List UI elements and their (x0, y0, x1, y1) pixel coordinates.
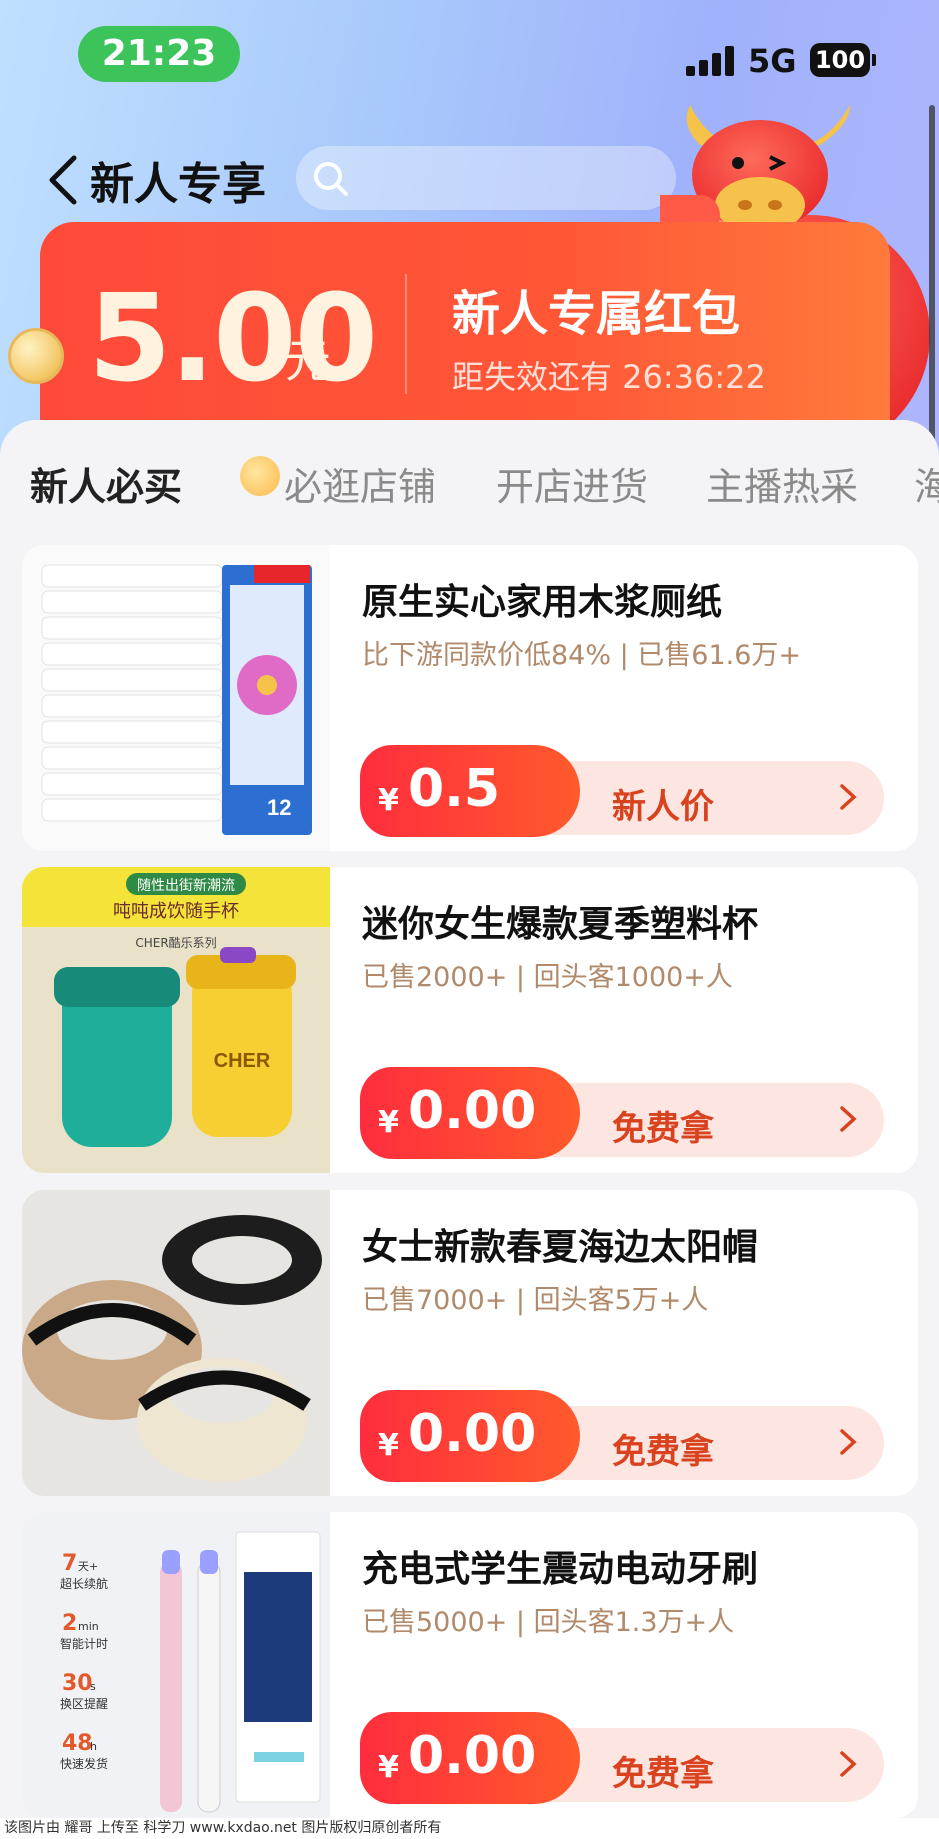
coin-icon (8, 328, 64, 384)
feature-text: 智能计时 (60, 1636, 108, 1651)
price-action-label: 免费拿 (612, 1109, 714, 1149)
tab-anchor-hot-picks[interactable]: 主播热采 (706, 456, 858, 511)
price-value: 0.5 (408, 759, 501, 819)
price-value: 0.00 (408, 1081, 537, 1141)
search-icon (314, 162, 348, 196)
price-value: 0.00 (408, 1726, 537, 1786)
tab-open-shop-stock[interactable]: 开店进货 (496, 456, 648, 511)
product-stats: 已售5000+ | 回头客1.3万+人 (362, 1607, 735, 1638)
packet-countdown: 距失效还有 26:36:22 (452, 358, 766, 396)
product-title: 充电式学生震动电动牙刷 (362, 1549, 759, 1590)
chevron-right-icon (840, 1106, 857, 1132)
feature-num: 7 (62, 1551, 77, 1576)
scrollbar[interactable] (929, 105, 935, 465)
back-button[interactable] (44, 152, 84, 208)
product-image-electric-toothbrush: 7 天+ 超长续航 2 min 智能计时 30 s 换区提醒 48 h 快速发货 (22, 1512, 330, 1818)
network-label: 5G (748, 42, 797, 80)
feature-num: 48 (62, 1731, 93, 1756)
feature-unit: 天+ (78, 1560, 98, 1573)
search-input[interactable] (296, 146, 676, 210)
signal-icon (686, 46, 734, 76)
feature-unit: h (90, 1740, 97, 1753)
product-title: 原生实心家用木浆厕纸 (362, 582, 723, 623)
new-user-red-packet[interactable]: 5.00 元 新人专属红包 距失效还有 26:36:22 (40, 222, 890, 452)
page-title: 新人专享 (90, 159, 266, 210)
product-image-toilet-paper: 12 (22, 545, 330, 851)
tab-overflow[interactable]: 海 (914, 456, 939, 511)
feature-text: 快速发货 (60, 1756, 108, 1771)
product-card[interactable]: 12 原生实心家用木浆厕纸 比下游同款价低84% | 已售61.6万+ ¥ 0.… (22, 545, 918, 851)
image-banner-text: 随性出街新潮流 (137, 878, 235, 894)
product-stats: 已售7000+ | 回头客5万+人 (362, 1285, 709, 1316)
chevron-right-icon (840, 1751, 857, 1777)
price-action-label: 免费拿 (612, 1754, 714, 1794)
product-card[interactable]: 7 天+ 超长续航 2 min 智能计时 30 s 换区提醒 48 h 快速发货… (22, 1512, 918, 1818)
image-subtitle-text: 吨吨成饮随手杯 (113, 901, 239, 922)
currency-symbol: ¥ (378, 783, 399, 818)
currency-symbol: ¥ (378, 1105, 399, 1140)
packet-title: 新人专属红包 (452, 286, 741, 342)
product-image-plastic-cup: 随性出街新潮流 吨吨成饮随手杯 CHER酷乐系列 CHER (22, 867, 330, 1173)
feature-num: 30 (62, 1671, 93, 1696)
product-stats: 已售2000+ | 回头客1000+人 (362, 962, 733, 993)
price-value: 0.00 (408, 1404, 537, 1464)
image-brand-text: CHER酷乐系列 (135, 936, 216, 950)
chevron-right-icon (840, 784, 857, 810)
feature-text: 超长续航 (60, 1576, 108, 1591)
tab-must-visit-shops[interactable]: 必逛店铺 (284, 456, 436, 511)
watermark-text: 该图片由 耀哥 上传至 科学刀 www.kxdao.net 图片版权归原创者所有 (0, 1818, 939, 1839)
feature-unit: s (90, 1680, 96, 1693)
chevron-right-icon (840, 1429, 857, 1455)
emoji-icon (240, 456, 280, 496)
currency-symbol: ¥ (378, 1750, 399, 1785)
feature-num: 2 (62, 1611, 77, 1636)
price-button[interactable]: ¥ 0.5 新人价 (360, 745, 884, 837)
price-action-label: 免费拿 (612, 1432, 714, 1472)
battery-icon: 100 (810, 43, 876, 77)
price-button[interactable]: ¥ 0.00 免费拿 (360, 1390, 884, 1482)
packet-amount: 5.00 (88, 270, 378, 409)
product-image-sun-hat (22, 1190, 330, 1496)
tab-new-user-must-buy[interactable]: 新人必买 (30, 456, 182, 511)
feature-text: 换区提醒 (60, 1696, 108, 1711)
product-title: 迷你女生爆款夏季塑料杯 (362, 904, 759, 945)
cup-logo-text: CHER (214, 1050, 271, 1072)
product-card[interactable]: 女士新款春夏海边太阳帽 已售7000+ | 回头客5万+人 ¥ 0.00 免费拿 (22, 1190, 918, 1496)
status-time: 21:23 (78, 26, 240, 82)
packet-divider (405, 274, 407, 394)
product-card[interactable]: 随性出街新潮流 吨吨成饮随手杯 CHER酷乐系列 CHER 迷你女生爆款夏季塑料… (22, 867, 918, 1173)
package-count-label: 12 (267, 795, 291, 820)
price-button[interactable]: ¥ 0.00 免费拿 (360, 1712, 884, 1804)
product-stats: 比下游同款价低84% | 已售61.6万+ (362, 640, 802, 671)
category-tabs: 新人必买 必逛店铺 开店进货 主播热采 海 (0, 456, 939, 526)
packet-unit: 元 (285, 334, 331, 388)
product-title: 女士新款春夏海边太阳帽 (362, 1227, 759, 1268)
price-button[interactable]: ¥ 0.00 免费拿 (360, 1067, 884, 1159)
feature-unit: min (78, 1620, 99, 1633)
price-action-label: 新人价 (612, 787, 714, 827)
back-chevron-icon (49, 155, 77, 205)
currency-symbol: ¥ (378, 1428, 399, 1463)
